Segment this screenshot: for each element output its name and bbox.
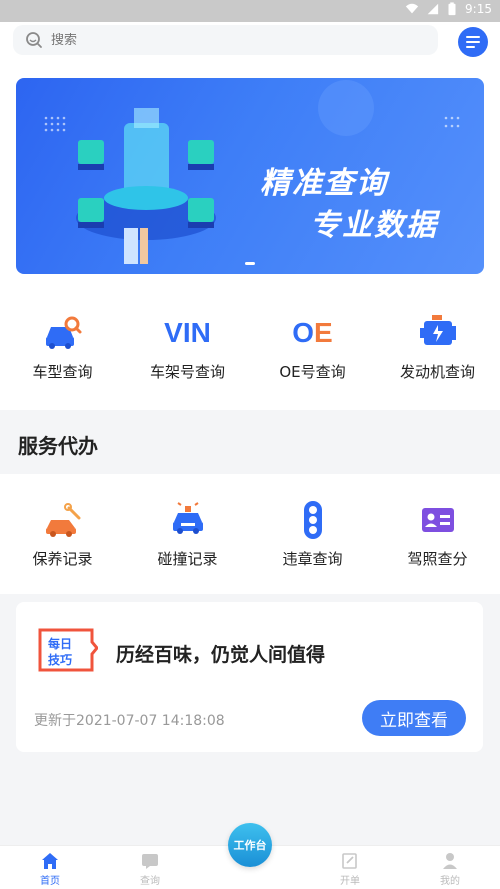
traffic-light-icon (303, 501, 322, 539)
tab-query[interactable]: 查询 (100, 846, 200, 889)
tip-title: 历经百味，仍觉人间值得 (116, 644, 326, 666)
query-icon (142, 854, 158, 869)
status-bar: 9:15 (0, 0, 500, 22)
grid-item-label: OE号查询 (279, 363, 346, 381)
order-icon (342, 853, 357, 869)
promo-banner[interactable]: 精准查询 专业数据 (16, 78, 484, 274)
license-icon (421, 508, 454, 532)
grid-item-collision[interactable]: 碰撞记录 (125, 500, 250, 569)
grid-item-oe[interactable]: OE OE号查询 (250, 313, 375, 382)
banner-page-indicator (245, 262, 255, 265)
vin-icon: VIN (164, 313, 211, 353)
menu-icon (466, 36, 480, 48)
query-grid: 车型查询 VIN 车架号查询 OE OE号查询 发动机查询 (0, 313, 500, 382)
tab-label: 我的 (440, 876, 460, 887)
banner-slogan-1: 精准查询 (260, 166, 388, 201)
tab-label: 查询 (140, 876, 160, 887)
tab-label: 开单 (340, 876, 360, 887)
tab-home[interactable]: 首页 (0, 846, 100, 889)
daily-tip-card[interactable]: 每日 技巧 历经百味，仍觉人间值得 更新于2021-07-07 14:18:08… (16, 602, 483, 752)
grid-item-engine[interactable]: 发动机查询 (375, 313, 500, 382)
daily-tip-badge-icon: 每日 技巧 (38, 628, 98, 672)
collision-icon (172, 502, 203, 534)
menu-button[interactable] (458, 27, 488, 57)
signal-icon (427, 3, 439, 15)
profile-icon (443, 853, 457, 869)
vin-icon-text: VIN (164, 317, 211, 348)
workbench-button[interactable]: 工作台 (228, 823, 272, 867)
grid-item-label: 发动机查询 (399, 363, 475, 381)
oe-icon: OE (292, 313, 332, 353)
grid-item-label: 驾照查分 (407, 550, 468, 568)
grid-item-vin[interactable]: VIN 车架号查询 (125, 313, 250, 382)
search-bar[interactable] (13, 25, 438, 55)
tab-label: 首页 (40, 876, 60, 887)
badge-line-1: 每日 (48, 636, 72, 651)
engine-icon (419, 315, 456, 345)
server-illustration (44, 80, 460, 264)
banner-slogan-2: 专业数据 (310, 208, 438, 243)
tip-updated-time: 更新于2021-07-07 14:18:08 (34, 713, 225, 729)
grid-item-label: 违章查询 (282, 550, 343, 568)
battery-icon (448, 2, 456, 16)
status-time: 9:15 (465, 2, 492, 16)
home-icon (42, 853, 58, 869)
grid-item-label: 车架号查询 (149, 363, 225, 381)
grid-item-maintenance[interactable]: 保养记录 (0, 500, 125, 569)
car-search-icon (45, 316, 81, 349)
oe-icon-text: OE (292, 317, 333, 348)
grid-item-traffic[interactable]: 违章查询 (250, 500, 375, 569)
search-input[interactable] (51, 32, 411, 48)
tab-order[interactable]: 开单 (300, 846, 400, 889)
maintenance-icon (45, 503, 80, 537)
badge-line-2: 技巧 (48, 652, 72, 667)
grid-item-label: 车型查询 (32, 363, 93, 381)
services-grid: 保养记录 碰撞记录 违章查询 驾照查分 (0, 500, 500, 569)
tab-profile[interactable]: 我的 (400, 846, 500, 889)
grid-item-label: 保养记录 (32, 550, 93, 568)
section-title: 服务代办 (18, 434, 98, 458)
search-icon (26, 32, 42, 48)
grid-item-car-model[interactable]: 车型查询 (0, 313, 125, 382)
view-now-button[interactable]: 立即查看 (362, 700, 466, 736)
grid-item-license[interactable]: 驾照查分 (375, 500, 500, 569)
grid-item-label: 碰撞记录 (157, 550, 218, 568)
wifi-icon (405, 3, 419, 14)
